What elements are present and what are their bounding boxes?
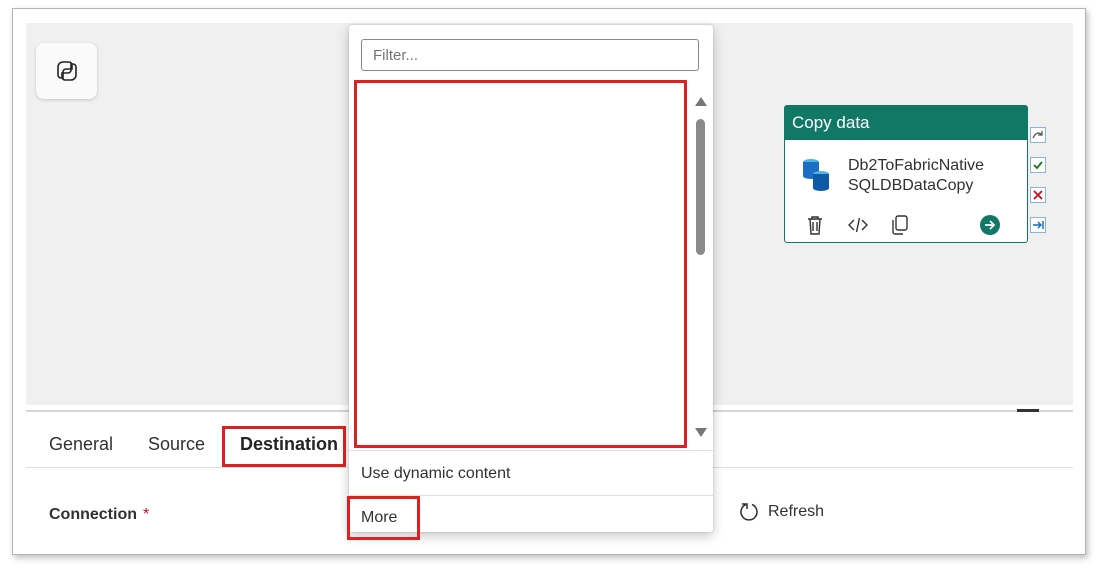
destination-tab-highlight: [222, 426, 346, 467]
connection-list-highlight: [354, 80, 687, 448]
copilot-icon: [56, 61, 77, 81]
required-mark: *: [143, 506, 150, 523]
list-scrollbar[interactable]: [692, 93, 708, 443]
tab-source[interactable]: Source: [148, 434, 205, 455]
success-connector-icon[interactable]: [1030, 157, 1046, 173]
arrow-right-circle-icon[interactable]: [979, 214, 1001, 236]
panel-resize-handle[interactable]: [1017, 409, 1039, 412]
copilot-button[interactable]: [36, 43, 97, 99]
copy-data-activity[interactable]: Copy data Db2ToFabricNative SQLDBDataCop…: [784, 105, 1028, 243]
activity-type-label: Copy data: [785, 106, 1027, 140]
connection-label: Connection *: [49, 506, 150, 523]
app-frame: Copy data Db2ToFabricNative SQLDBDataCop…: [12, 8, 1086, 555]
activity-name: Db2ToFabricNative SQLDBDataCopy: [848, 156, 984, 196]
database-icon: [803, 159, 829, 191]
delete-icon[interactable]: [805, 214, 825, 236]
failure-connector-icon[interactable]: [1030, 187, 1046, 203]
scroll-thumb[interactable]: [696, 119, 705, 255]
copy-icon[interactable]: [890, 214, 910, 236]
completion-connector-icon[interactable]: [1030, 217, 1046, 233]
activity-actions: [805, 214, 1005, 238]
use-dynamic-content-option[interactable]: Use dynamic content: [361, 465, 510, 483]
filter-input[interactable]: [361, 39, 699, 71]
more-option-highlight: [347, 496, 420, 540]
list-divider: [349, 450, 713, 451]
activity-name-line1: Db2ToFabricNative: [848, 157, 985, 174]
scroll-up-arrow-icon[interactable]: [695, 97, 707, 106]
code-icon[interactable]: [847, 214, 869, 236]
refresh-label: Refresh: [768, 503, 825, 520]
connection-dropdown: Use dynamic content More: [347, 25, 713, 540]
scroll-down-arrow-icon[interactable]: [695, 428, 707, 437]
skip-connector-icon[interactable]: [1030, 127, 1046, 143]
refresh-button[interactable]: Refresh: [738, 501, 824, 523]
activity-name-line2: SQLDBDataCopy: [848, 177, 974, 194]
refresh-icon: [740, 503, 758, 521]
activity-side-connectors: [1030, 127, 1048, 247]
tab-general[interactable]: General: [49, 434, 113, 455]
